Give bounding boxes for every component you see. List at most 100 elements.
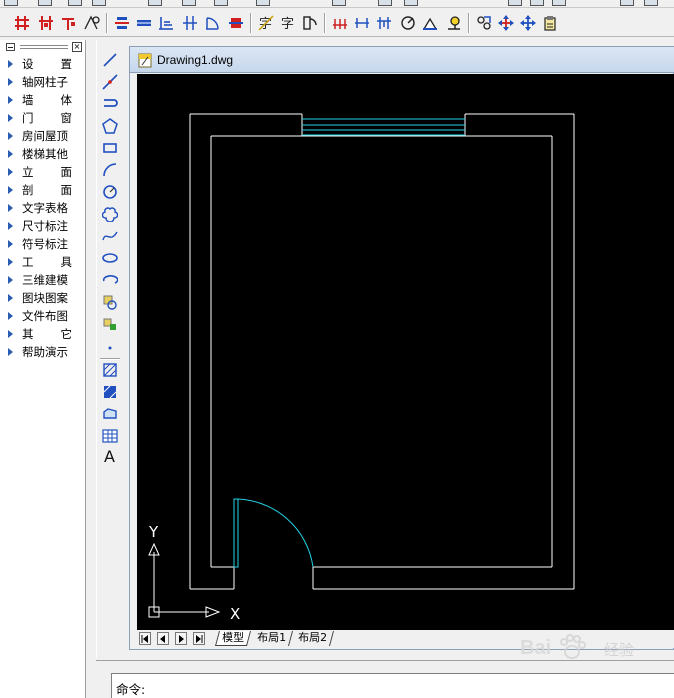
radius-dimension-button[interactable] <box>398 13 418 33</box>
menu-item[interactable]: 剖面 <box>0 181 84 199</box>
arc-icon[interactable] <box>99 160 121 180</box>
menu-item[interactable]: 文字表格 <box>0 199 84 217</box>
menu-item[interactable]: 门窗 <box>0 109 84 127</box>
construction-line-icon[interactable] <box>99 72 121 92</box>
gradient-icon[interactable] <box>99 382 121 402</box>
rectangle-icon[interactable] <box>99 138 121 158</box>
menu-item[interactable]: 房间屋顶 <box>0 127 84 145</box>
door-window-button[interactable] <box>202 13 222 33</box>
window-button[interactable] <box>226 13 246 33</box>
toolbar-button-cut[interactable] <box>38 0 52 6</box>
toolbar-button-cut[interactable] <box>508 0 522 6</box>
text-style-button[interactable]: 字 <box>256 13 276 33</box>
close-icon[interactable]: × <box>72 42 82 52</box>
grip-icon[interactable] <box>20 45 68 49</box>
drawing-window-titlebar[interactable]: Drawing1.dwg <box>130 47 674 73</box>
toolbar-button-cut[interactable] <box>332 0 346 6</box>
toolbar-button-cut[interactable] <box>644 0 658 6</box>
door-number-button[interactable] <box>300 13 320 33</box>
menu-item-label: 立面 <box>22 165 72 179</box>
menu-item[interactable]: 帮助演示 <box>0 343 84 361</box>
spline-icon[interactable] <box>99 226 121 246</box>
menu-item[interactable]: 图块图案 <box>0 289 84 307</box>
polygon-icon[interactable] <box>99 116 121 136</box>
move-button[interactable] <box>496 13 516 33</box>
next-tab-button[interactable] <box>175 632 187 645</box>
expand-arrow-icon <box>8 114 13 122</box>
single-text-button[interactable]: 字 <box>278 13 298 33</box>
wall-offset-button[interactable] <box>180 13 200 33</box>
menu-item[interactable]: 轴网柱子 <box>0 73 84 91</box>
svg-text:A: A <box>104 447 115 465</box>
toolbar-button-cut[interactable] <box>148 0 162 6</box>
minimize-icon[interactable] <box>6 43 15 51</box>
tab-model[interactable]: 模型 <box>214 631 252 646</box>
menu-item[interactable]: 三维建模 <box>0 271 84 289</box>
wall-thickness-button[interactable] <box>134 13 154 33</box>
ellipse-arc-icon[interactable] <box>99 270 121 290</box>
menu-item[interactable]: 立面 <box>0 163 84 181</box>
menu-item[interactable]: 尺寸标注 <box>0 217 84 235</box>
insert-block-icon[interactable] <box>99 292 121 312</box>
menu-item[interactable]: 墙体 <box>0 91 84 109</box>
expand-arrow-icon <box>8 348 13 356</box>
toolbar-button-cut[interactable] <box>92 0 106 6</box>
index-symbol-button[interactable] <box>444 13 464 33</box>
wall-align-button[interactable] <box>112 13 132 33</box>
ucs-icon <box>148 542 221 618</box>
wall-height-button[interactable] <box>156 13 176 33</box>
toolbar-button-cut[interactable] <box>404 0 418 6</box>
menu-item-label: 符号标注 <box>22 237 68 251</box>
dimension-chain-button[interactable] <box>352 13 372 33</box>
polyline-icon[interactable] <box>99 94 121 114</box>
menu-item[interactable]: 设置 <box>0 55 84 73</box>
menu-item-label: 设置 <box>22 57 72 71</box>
menu-item[interactable]: 其它 <box>0 325 84 343</box>
point-icon[interactable] <box>99 336 121 356</box>
pan-button[interactable] <box>518 13 538 33</box>
make-block-icon[interactable] <box>99 314 121 334</box>
menu-item[interactable]: 文件布图 <box>0 307 84 325</box>
clipboard-button[interactable] <box>540 13 560 33</box>
toolbar-button-cut[interactable] <box>182 0 196 6</box>
expand-arrow-icon <box>8 96 13 104</box>
expand-arrow-icon <box>8 258 13 266</box>
revision-cloud-icon[interactable] <box>99 204 121 224</box>
prev-tab-button[interactable] <box>157 632 169 645</box>
elevation-mark-button[interactable] <box>420 13 440 33</box>
tab-layout2[interactable]: 布局2 <box>291 631 335 646</box>
hatch-icon[interactable] <box>99 360 121 380</box>
first-tab-button[interactable] <box>139 632 151 645</box>
command-input[interactable] <box>158 677 558 695</box>
menu-item[interactable]: 符号标注 <box>0 235 84 253</box>
axis-grid-button[interactable] <box>12 13 32 33</box>
toolbar-button-cut[interactable] <box>378 0 392 6</box>
wall-tool-button[interactable] <box>82 13 102 33</box>
tab-layout1[interactable]: 布局1 <box>250 631 294 646</box>
toolbar-button-cut[interactable] <box>68 0 82 6</box>
expand-arrow-icon <box>8 186 13 194</box>
toolbar-button-cut[interactable] <box>214 0 228 6</box>
menu-item-label: 楼梯其他 <box>22 147 68 161</box>
line-icon[interactable] <box>99 50 121 70</box>
menu-item[interactable]: 楼梯其他 <box>0 145 84 163</box>
dimension-edit-button[interactable] <box>374 13 394 33</box>
object-edit-button[interactable] <box>474 13 494 33</box>
mtext-icon[interactable]: A <box>99 446 121 466</box>
model-space-canvas[interactable]: Y X <box>137 74 674 630</box>
ellipse-icon[interactable] <box>99 248 121 268</box>
toolbar-button-cut[interactable] <box>530 0 544 6</box>
toolbar-button-cut[interactable] <box>552 0 566 6</box>
column-button[interactable] <box>58 13 78 33</box>
last-tab-button[interactable] <box>193 632 205 645</box>
dimension-button[interactable] <box>330 13 350 33</box>
toolbar-button-cut[interactable] <box>4 0 18 6</box>
toolbar-button-cut[interactable] <box>256 0 270 6</box>
axis-column-button[interactable] <box>36 13 56 33</box>
menu-item[interactable]: 工具 <box>0 253 84 271</box>
region-icon[interactable] <box>99 404 121 424</box>
expand-arrow-icon <box>8 150 13 158</box>
circle-icon[interactable] <box>99 182 121 202</box>
table-icon[interactable] <box>99 426 121 446</box>
toolbar-button-cut[interactable] <box>620 0 634 6</box>
